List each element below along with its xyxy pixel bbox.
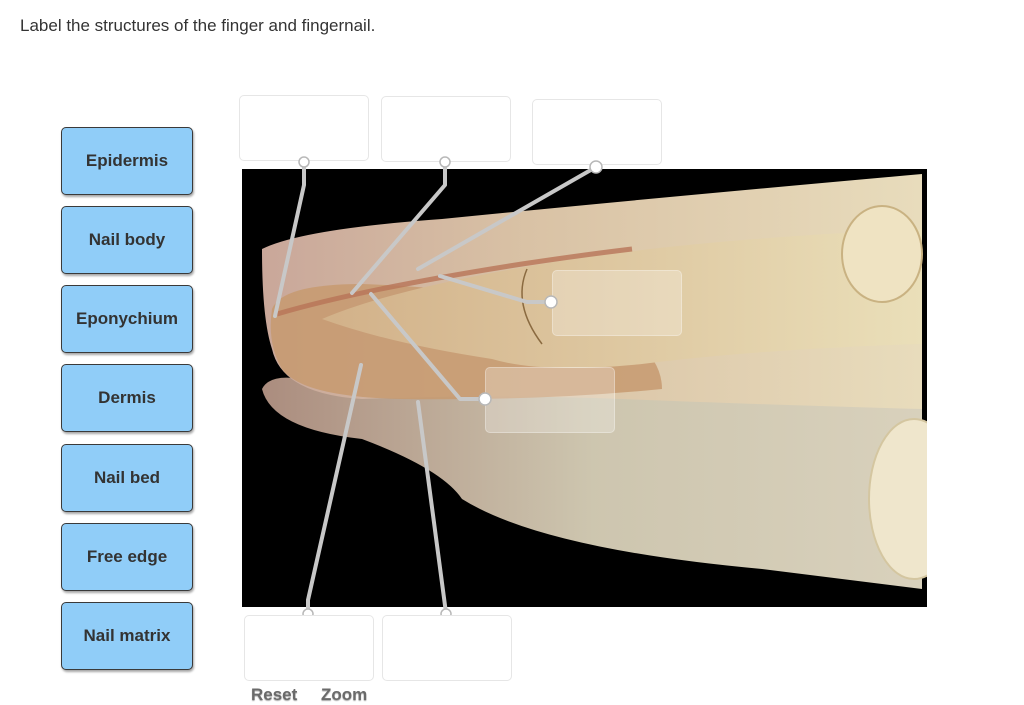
label-nail-body[interactable]: Nail body bbox=[61, 206, 193, 274]
label-free-edge[interactable]: Free edge bbox=[61, 523, 193, 591]
label-nail-matrix[interactable]: Nail matrix bbox=[61, 602, 193, 670]
drop-target-inner-lower[interactable] bbox=[485, 367, 615, 433]
drop-target-bottom-1[interactable] bbox=[244, 615, 374, 681]
drop-target-top-1[interactable] bbox=[239, 95, 369, 161]
drop-target-top-2[interactable] bbox=[381, 96, 511, 162]
drop-target-inner-right[interactable] bbox=[552, 270, 682, 336]
drop-target-bottom-2[interactable] bbox=[382, 615, 512, 681]
label-nail-bed[interactable]: Nail bed bbox=[61, 444, 193, 512]
zoom-button[interactable]: Zoom bbox=[321, 685, 367, 705]
label-epidermis[interactable]: Epidermis bbox=[61, 127, 193, 195]
label-dermis[interactable]: Dermis bbox=[61, 364, 193, 432]
label-eponychium[interactable]: Eponychium bbox=[61, 285, 193, 353]
reset-button[interactable]: Reset bbox=[251, 685, 297, 705]
question-prompt: Label the structures of the finger and f… bbox=[20, 16, 376, 35]
drop-target-top-3[interactable] bbox=[532, 99, 662, 165]
